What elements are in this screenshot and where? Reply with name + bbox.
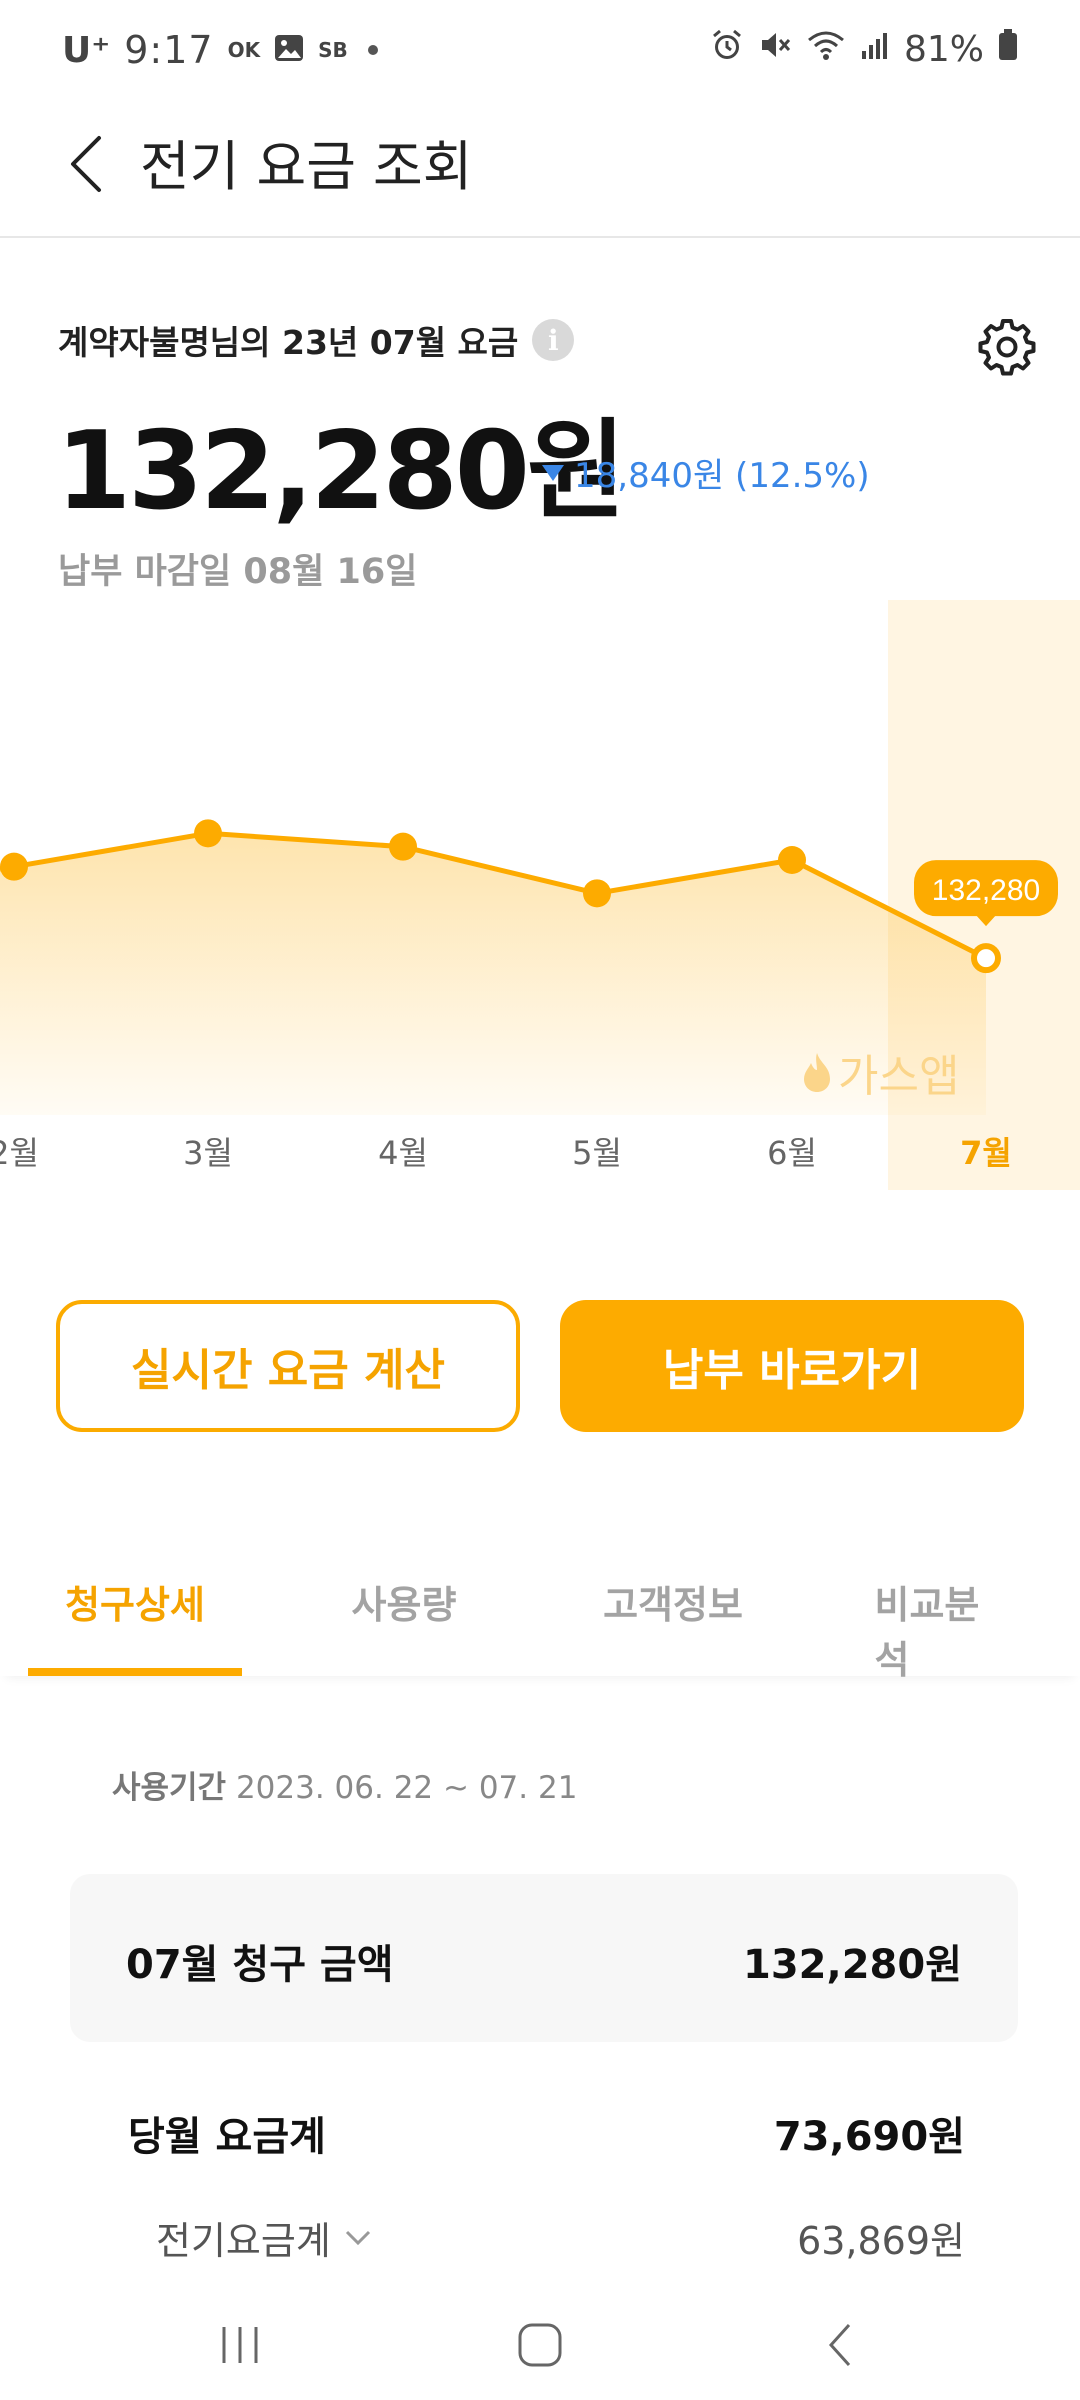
- battery-icon: [998, 29, 1018, 70]
- carrier-label: U⁺: [62, 29, 111, 71]
- status-bar-left: U⁺ 9:17 OK SB: [62, 28, 378, 72]
- settings-button[interactable]: [976, 316, 1038, 378]
- status-bar-right: 81%: [710, 28, 1018, 71]
- usage-period: 사용기간 2023. 06. 22 ~ 07. 21: [112, 1762, 577, 1807]
- x-tick-label: 6월: [767, 1134, 817, 1172]
- electric-charge-label: 전기요금계: [156, 2219, 331, 2263]
- chevron-left-icon: [71, 136, 101, 192]
- notification-dot-icon: [367, 45, 378, 55]
- billing-month-label: 계약자불명님의 23년 07월 요금: [58, 323, 519, 362]
- down-triangle-icon: [542, 464, 564, 481]
- recent-apps-button[interactable]: [200, 2310, 280, 2380]
- chevron-down-icon: [345, 2230, 370, 2245]
- usage-period-label: 사용기간: [112, 1770, 227, 1806]
- wifi-icon: [806, 28, 846, 71]
- system-back-button[interactable]: [800, 2310, 880, 2380]
- gear-icon: [978, 319, 1036, 376]
- due-date: 납부 마감일 08월 16일: [58, 552, 418, 592]
- home-icon: [518, 2323, 562, 2367]
- summary-header: 계약자불명님의 23년 07월 요금 i: [58, 316, 575, 364]
- data-point-3월: [194, 819, 222, 848]
- back-button[interactable]: [50, 126, 120, 202]
- detail-tabs: 청구상세 사용량 고객정보 비교분석: [0, 1560, 1080, 1682]
- bill-amount: 132,280원: [56, 409, 626, 534]
- bill-total-label: 07월 청구 금액: [126, 1942, 394, 1988]
- realtime-calc-button[interactable]: 실시간 요금 계산: [56, 1300, 520, 1432]
- x-tick-label: 4월: [378, 1134, 428, 1172]
- month-total-value: 73,690원: [773, 2114, 965, 2160]
- system-nav-bar: [0, 2280, 1080, 2400]
- chevron-left-icon: [828, 2323, 851, 2367]
- status-bar: U⁺ 9:17 OK SB 81%: [0, 0, 1080, 100]
- home-button[interactable]: [500, 2310, 580, 2380]
- usage-period-value: 2023. 06. 22 ~ 07. 21: [235, 1770, 578, 1806]
- data-point-7월: [971, 943, 1001, 974]
- tab-comparison[interactable]: 비교분석: [875, 1574, 1012, 1684]
- x-tick-label: 3월: [183, 1134, 233, 1172]
- page-title: 전기 요금 조회: [140, 135, 473, 198]
- info-icon[interactable]: i: [532, 319, 575, 361]
- bill-total-card: 07월 청구 금액 132,280원: [70, 1874, 1018, 2042]
- clock: 9:17: [124, 28, 214, 72]
- watermark-text: 가스앱: [838, 1051, 960, 1102]
- data-point-2월: [0, 852, 28, 881]
- data-point-4월: [389, 832, 417, 861]
- x-tick-label: 5월: [572, 1134, 622, 1172]
- x-tick-label: 2월: [0, 1134, 39, 1172]
- mute-icon: [758, 28, 792, 71]
- watermark: 가스앱: [800, 1040, 959, 1104]
- x-tick-label: 7월: [960, 1134, 1012, 1172]
- gallery-icon: [274, 30, 304, 71]
- tab-billing-detail[interactable]: 청구상세: [65, 1574, 205, 1629]
- app-bar: 전기 요금 조회: [0, 100, 1080, 238]
- electric-charge-toggle[interactable]: 전기요금계: [156, 2210, 373, 2265]
- sb-indicator: SB: [318, 38, 348, 62]
- flame-icon: [804, 1053, 830, 1092]
- signal-icon: [860, 29, 890, 70]
- data-point-6월: [778, 846, 806, 874]
- tab-customer-info[interactable]: 고객정보: [603, 1574, 743, 1629]
- bill-change-value: 18,840원 (12.5%): [574, 456, 870, 496]
- ok-indicator: OK: [227, 38, 261, 62]
- electric-charge-value: 63,869원: [797, 2219, 965, 2263]
- alarm-icon: [710, 28, 744, 71]
- bill-change: 18,840원 (12.5%): [542, 448, 870, 497]
- tab-usage[interactable]: 사용량: [352, 1574, 457, 1629]
- bill-total-value: 132,280원: [743, 1942, 962, 1988]
- recent-apps-icon: [222, 2327, 258, 2363]
- highlight-value-label: 132,280: [932, 874, 1040, 907]
- data-point-5월: [583, 879, 611, 908]
- month-total-label: 당월 요금계: [128, 2114, 326, 2160]
- active-tab-indicator: [28, 1668, 242, 1676]
- pay-now-button[interactable]: 납부 바로가기: [560, 1300, 1024, 1432]
- battery-percent: 81%: [903, 29, 984, 70]
